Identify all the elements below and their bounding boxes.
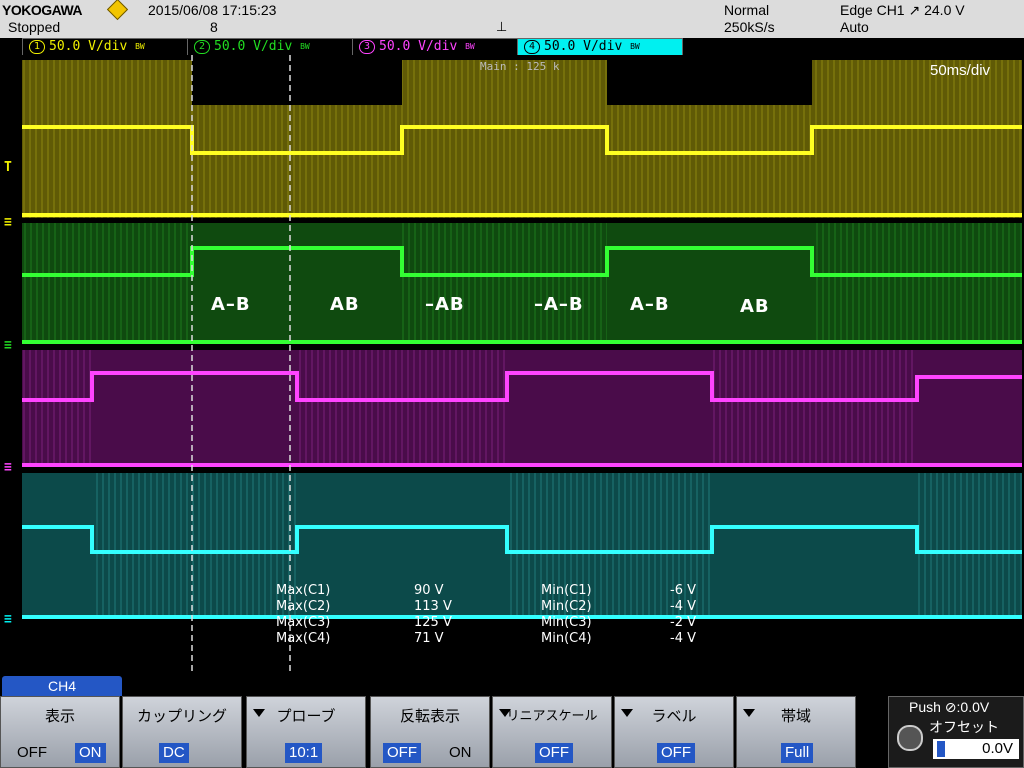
ch2-scale-value: 50.0 V/div [214,39,293,54]
meas-value: -4 V [670,599,696,614]
label-value: OFF [657,743,695,763]
trigger-mode: Auto [840,19,869,35]
coupling-button[interactable]: カップリング DC [122,696,242,768]
ch3-scale-value: 50.0 V/div [379,39,458,54]
probe-title: プローブ [276,708,336,725]
label-button[interactable]: ラベル OFF [614,696,734,768]
offset-value-text: 0.0V [982,740,1013,757]
datetime: 2015/06/08 17:15:23 [148,2,277,18]
ch1-number-icon: 1 [29,40,45,54]
ch3-scale[interactable]: 3 50.0 V/div BW [352,38,518,56]
annotation-2: AB [330,294,360,315]
meas-label: Max(C2) [276,599,331,614]
annotation-4: –A–B [534,294,584,315]
ch2-bw-limit-icon: BW [300,42,310,51]
ch1-scale-value: 50.0 V/div [49,39,128,54]
channel-tab[interactable]: CH4 [2,676,122,696]
offset-panel[interactable]: Push ⊘:0.0V オフセット 0.0V [888,696,1024,768]
invert-on-option[interactable]: ON [445,743,476,763]
push-zero-label: Push ⊘:0.0V [909,699,990,715]
display-off-option[interactable]: OFF [13,743,51,763]
meas-value: -6 V [670,583,696,598]
ch3-ground-marker-icon: ≡ [4,460,12,475]
run-state: Stopped [8,19,61,35]
ch4-trace [22,473,1022,619]
display-title: 表示 [44,708,75,725]
annotation-5: A–B [630,294,670,315]
ch4-ground-marker-icon: ≡ [4,612,12,627]
invert-off-option[interactable]: OFF [383,743,421,763]
invert-toggle-button[interactable]: 反転表示 OFF ON [370,696,490,768]
ch4-scale-value: 50.0 V/div [544,39,623,54]
coupling-value: DC [159,743,189,763]
coupling-title: カップリング [136,708,227,725]
label-title: ラベル [651,708,697,725]
sample-rate: 250kS/s [724,19,775,35]
linear-scale-value: OFF [535,743,573,763]
meas-value: 90 V [414,583,444,598]
ch3-trace [22,350,1022,467]
brand-diamond-icon [106,0,129,21]
ch2-trace [22,223,1022,344]
timebase: 50ms/div [930,62,991,79]
meas-value: 125 V [414,615,452,630]
main-record-length: Main : 125 k [480,60,560,73]
linear-scale-title: リニアスケール [506,708,598,723]
bandwidth-title: 帯域 [780,708,811,725]
meas-label: Min(C3) [541,615,592,630]
meas-label: Max(C4) [276,631,331,646]
trigger-position-icon: ⊥ [496,19,508,34]
meas-label: Max(C3) [276,615,331,630]
invert-title: 反転表示 [399,708,460,725]
ch2-scale[interactable]: 2 50.0 V/div BW [187,38,353,56]
trigger-setting: Edge CH1 ↗ 24.0 V [840,2,965,18]
ch4-bw-limit-icon: BW [630,42,640,51]
linear-scale-button[interactable]: リニアスケール OFF [492,696,612,768]
waveform-display[interactable] [22,55,1022,675]
acquisition-count: 8 [210,19,218,35]
offset-title: オフセット [929,719,999,735]
brand-logo: YOKOGAWA [2,2,83,18]
meas-label: Min(C4) [541,631,592,646]
meas-label: Min(C1) [541,583,592,598]
meas-label: Max(C1) [276,583,331,598]
probe-button[interactable]: プローブ 10:1 [246,696,366,768]
bandwidth-button[interactable]: 帯域 Full [736,696,856,768]
ch3-bw-limit-icon: BW [465,42,475,51]
ch2-ground-marker-icon: ≡ [4,338,12,353]
ch2-number-icon: 2 [194,40,210,54]
ch1-bw-limit-icon: BW [135,42,145,51]
annotation-3: –AB [425,294,465,315]
meas-value: -4 V [670,631,696,646]
trigger-level-marker-icon: T [4,160,12,175]
cursor-indicator [937,741,945,757]
offset-value[interactable]: 0.0V [933,739,1019,759]
probe-value: 10:1 [285,743,323,763]
ch1-ground-marker-icon: ≡ [4,215,12,230]
bandwidth-value: Full [781,743,814,763]
annotation-6: AB [740,296,770,317]
meas-value: -2 V [670,615,696,630]
acquisition-mode: Normal [724,2,770,18]
ch1-scale[interactable]: 1 50.0 V/div BW [22,38,188,56]
annotation-1: A–B [211,294,251,315]
ch1-trace [22,60,1022,218]
display-toggle-button[interactable]: 表示 OFF ON [0,696,120,768]
ch4-number-icon: 4 [524,40,540,54]
meas-value: 113 V [414,599,452,614]
ch4-scale[interactable]: 4 50.0 V/div BW [517,38,683,56]
meas-label: Min(C2) [541,599,592,614]
meas-value: 71 V [414,631,444,646]
status-bar: YOKOGAWA Stopped 2015/06/08 17:15:23 8 ⊥… [0,0,1024,38]
rotary-knob-icon[interactable] [897,725,923,751]
ch3-number-icon: 3 [359,40,375,54]
display-on-option[interactable]: ON [75,743,106,763]
